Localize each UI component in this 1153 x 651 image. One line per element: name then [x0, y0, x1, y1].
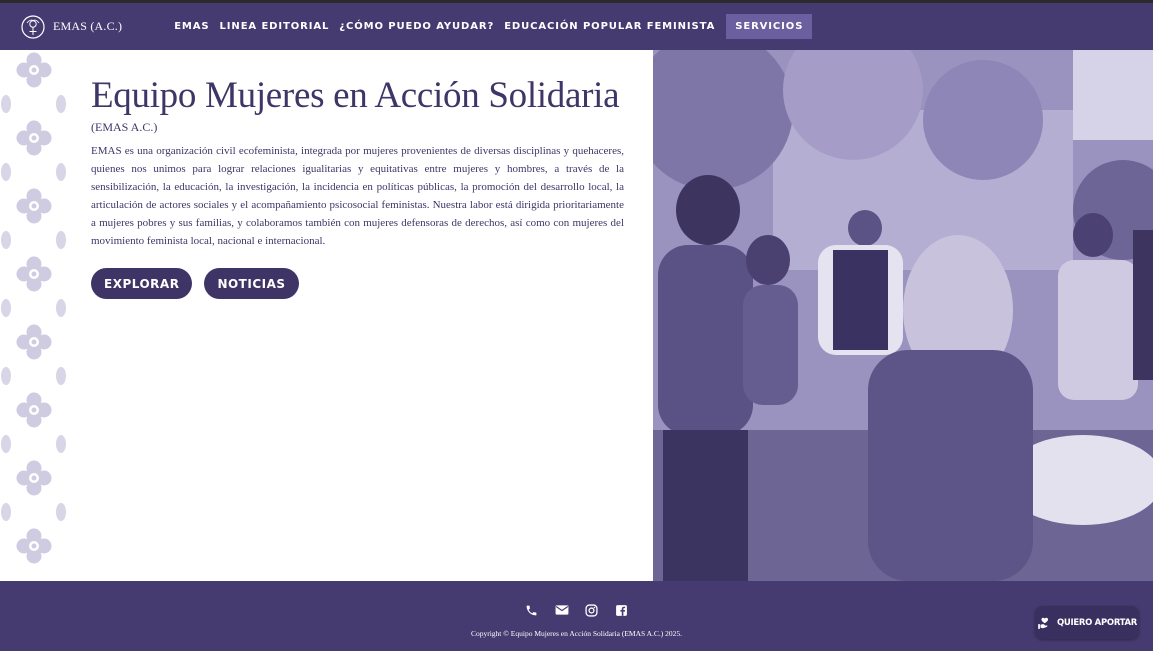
- news-button[interactable]: NOTICIAS: [204, 268, 299, 299]
- brand-name: EMAS (A.C.): [53, 19, 123, 33]
- page-subtitle: (EMAS A.C.): [91, 120, 158, 134]
- nav-item-servicios[interactable]: SERVICIOS: [726, 14, 813, 39]
- hero-actions: EXPLORAR NOTICIAS: [91, 268, 311, 299]
- organization-description: EMAS es una organización civil ecofemini…: [91, 145, 624, 247]
- nav-item-emas[interactable]: EMAS: [174, 21, 209, 32]
- site-header: EMAS (A.C.) EMAS LINEA EDITORIAL ¿CÓMO P…: [0, 3, 1153, 50]
- main-nav: EMAS LINEA EDITORIAL ¿CÓMO PUEDO AYUDAR?…: [174, 14, 822, 39]
- brand-logo-link[interactable]: EMAS (A.C.): [21, 14, 123, 39]
- nav-item-como-puedo-ayudar[interactable]: ¿CÓMO PUEDO AYUDAR?: [339, 21, 494, 32]
- donate-button[interactable]: QUIERO APORTAR: [1035, 606, 1139, 639]
- hand-heart-icon: [1038, 617, 1049, 629]
- page-title: Equipo Mujeres en Acción Solidaria: [91, 75, 620, 116]
- email-icon[interactable]: [554, 602, 570, 618]
- nav-item-educacion-popular-feminista[interactable]: EDUCACIÓN POPULAR FEMINISTA: [504, 21, 715, 32]
- hero-photo: [653, 50, 1153, 581]
- group-photo-image: [653, 50, 1153, 581]
- copyright-text: Copyright © Equipo Mujeres en Acción Sol…: [470, 629, 683, 638]
- floral-pattern-icon: [1, 52, 66, 564]
- nav-item-linea-editorial[interactable]: LINEA EDITORIAL: [220, 21, 330, 32]
- emas-logo-icon: [21, 14, 45, 39]
- explore-button[interactable]: EXPLORAR: [91, 268, 193, 299]
- instagram-icon[interactable]: [584, 602, 600, 618]
- donate-label: QUIERO APORTAR: [1056, 617, 1138, 628]
- phone-icon[interactable]: [524, 602, 540, 618]
- contact-icons: [0, 602, 1153, 618]
- hero-section: Equipo Mujeres en Acción Solidaria (EMAS…: [67, 50, 653, 581]
- facebook-icon[interactable]: [614, 602, 630, 618]
- site-footer: Copyright © Equipo Mujeres en Acción Sol…: [0, 581, 1153, 651]
- floral-border-decoration: [0, 50, 67, 581]
